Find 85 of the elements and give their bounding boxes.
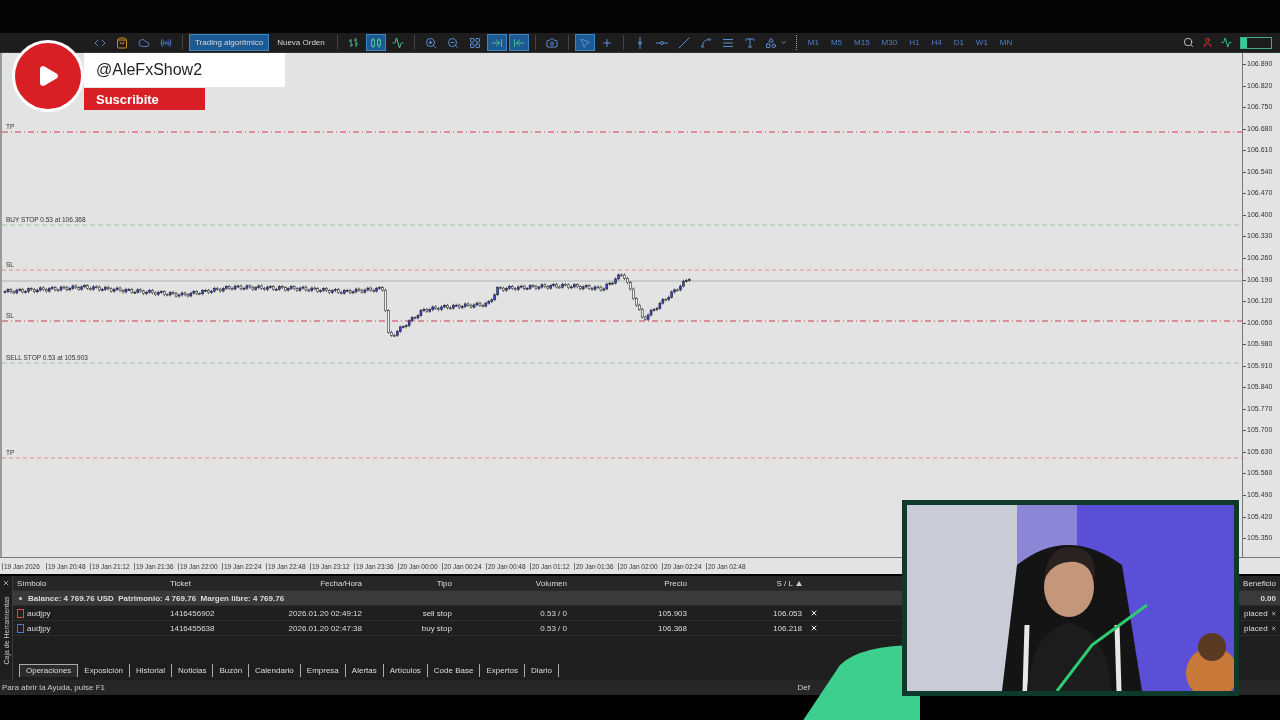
- panel-tab[interactable]: Expertos: [480, 663, 525, 677]
- panel-tab[interactable]: Buzón: [213, 663, 250, 677]
- caret-icon: [779, 39, 787, 46]
- panel-tab[interactable]: Diario: [525, 663, 559, 677]
- symbol-cell: audjpy: [27, 608, 51, 618]
- shift-tool-button[interactable]: [508, 34, 529, 51]
- column-header[interactable]: Beneficio: [1240, 578, 1280, 588]
- cursor-icon: [578, 36, 591, 49]
- panel-tab[interactable]: Operaciones: [19, 663, 79, 677]
- volume-cell-text: 0.53 / 0: [539, 623, 568, 633]
- symbol-cell: audjpy: [27, 623, 51, 633]
- search-icon[interactable]: [1183, 37, 1194, 48]
- panel-tab[interactable]: Noticias: [171, 663, 214, 677]
- timeframe-button[interactable]: M1: [802, 38, 824, 47]
- timeframe-button[interactable]: MN: [994, 38, 1018, 47]
- column-header[interactable]: S / L: [691, 578, 806, 588]
- bar-chart-icon: [347, 36, 360, 49]
- timeframe-button[interactable]: M15: [849, 38, 875, 47]
- timeframe-button[interactable]: H1: [904, 38, 925, 47]
- status-cell: placed: [1244, 608, 1268, 618]
- price-cell-text: 106.368: [657, 623, 688, 633]
- type-cell-text: buy stop: [420, 623, 453, 633]
- toolbar-button[interactable]: Trading algorítmico: [189, 34, 270, 51]
- shapes-icon: [764, 36, 777, 49]
- panel-tab[interactable]: Empresa: [300, 663, 346, 677]
- zoom-in-icon: [424, 36, 437, 49]
- toolbar-button[interactable]: Nueva Orden: [271, 34, 331, 51]
- channel-icon: [699, 36, 712, 49]
- bag-icon: [116, 36, 128, 49]
- column-header[interactable]: Ticket: [166, 578, 271, 588]
- status-text: Def: [796, 683, 810, 692]
- stop-loss-cell-text: 106.218: [772, 623, 803, 633]
- profit-value: 0.00: [1259, 593, 1277, 603]
- close-icon[interactable]: [810, 609, 818, 617]
- candles-tool-button[interactable]: [365, 34, 386, 51]
- timeframe-button[interactable]: W1: [970, 38, 993, 47]
- timeframe-button[interactable]: H4: [926, 38, 947, 47]
- sort-arrow-icon: [796, 580, 802, 586]
- meter-icon: [1240, 36, 1272, 49]
- timeframe-button[interactable]: M5: [825, 38, 848, 47]
- timeframe-button[interactable]: D1: [948, 38, 969, 47]
- type-cell-text: sell stop: [421, 608, 453, 618]
- channel-handle: @AleFxShow2: [84, 53, 285, 87]
- crosshair-icon: [600, 36, 613, 49]
- bullet-icon: [19, 596, 22, 600]
- cursor-tool-button[interactable]: [574, 34, 595, 51]
- cloud-icon: [138, 36, 150, 49]
- timeframe-button[interactable]: M30: [876, 38, 903, 47]
- column-header[interactable]: Tipo: [366, 578, 456, 588]
- grid-icon: [468, 36, 481, 49]
- camera-icon: [545, 36, 558, 49]
- close-icon[interactable]: [2, 579, 10, 587]
- price-cell-text: 105.903: [657, 608, 688, 618]
- account-summary: Balance: 4 769.76 USD Patrimonio: 4 769.76 Margen libre: 4 769.76: [28, 593, 285, 603]
- stop-loss-cell-text: 106.053: [772, 608, 803, 618]
- candlestick-icon: [369, 36, 382, 49]
- line-chart-icon: [391, 36, 404, 49]
- volume-cell-text: 0.53 / 0: [539, 608, 568, 618]
- autoscroll-tool-button[interactable]: [486, 34, 507, 51]
- signal-icon: [160, 36, 172, 49]
- column-header[interactable]: Símbolo: [13, 578, 166, 588]
- subscribe-button[interactable]: Suscribite: [84, 88, 205, 110]
- shift-left-icon: [512, 36, 525, 49]
- time-cell-text: 2026.01.20 02:49:12: [287, 608, 363, 618]
- panel-tab[interactable]: Code Base: [427, 663, 481, 677]
- zoom-out-icon: [446, 36, 459, 49]
- panel-tab[interactable]: Historial: [130, 663, 172, 677]
- panel-tab[interactable]: Calendario: [249, 663, 301, 677]
- panel-tab[interactable]: Alertas: [345, 663, 384, 677]
- time-cell-text: 2026.01.20 02:47:38: [287, 623, 363, 633]
- text-icon: [743, 36, 756, 49]
- close-icon[interactable]: [810, 624, 818, 632]
- fibonacci-icon: [721, 36, 734, 49]
- column-header[interactable]: Precio: [571, 578, 691, 588]
- column-header[interactable]: Volumen: [456, 578, 571, 588]
- status-text: Para abrir la Ayuda, pulse F1: [2, 683, 106, 692]
- panel-tab[interactable]: Artículos: [383, 663, 428, 677]
- column-header[interactable]: Fecha/Hora: [271, 578, 366, 588]
- account-icon[interactable]: [1202, 37, 1213, 48]
- scroll-right-icon: [490, 36, 503, 49]
- trendline-icon: [677, 36, 690, 49]
- status-cell: placed: [1244, 623, 1268, 633]
- panel-tab[interactable]: Exposición: [78, 663, 131, 677]
- ticket-cell-text: 1416455638: [169, 623, 216, 633]
- ticket-cell-text: 1416456902: [169, 608, 216, 618]
